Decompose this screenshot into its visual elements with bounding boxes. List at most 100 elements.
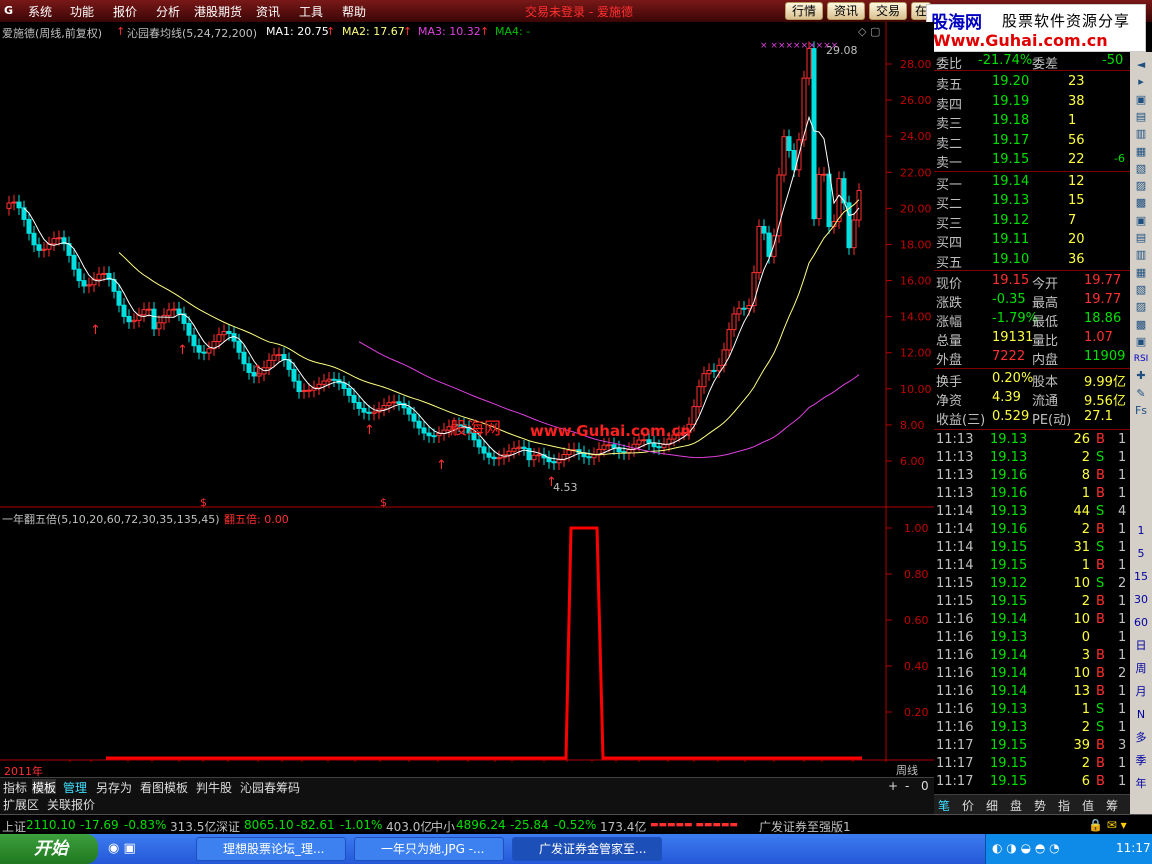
chart-area[interactable]: 28.00 26.00 24.00 22.00 20.00 18.00 16.00 14.00… <box>0 22 934 778</box>
toolbar-icon-20[interactable]: Fs <box>1132 402 1150 420</box>
sell-price: 19.15 <box>992 152 1030 167</box>
zoom-in-button[interactable]: + <box>888 779 898 793</box>
period-button-5[interactable]: 5 <box>1132 545 1150 563</box>
sell-label: 卖一 <box>936 156 963 171</box>
buy-arrow-icon: ↑ <box>90 323 101 338</box>
toolbar-icon-17[interactable]: RSI <box>1132 350 1150 368</box>
toolbar-icon-3[interactable]: ▤ <box>1132 108 1150 126</box>
chart-options-icon[interactable]: ◇ ▢ <box>858 25 880 38</box>
period-button-15[interactable]: 15 <box>1132 568 1150 586</box>
toolbar-icon-0[interactable]: ◄ <box>1132 56 1150 74</box>
period-button-多[interactable]: 多 <box>1132 729 1150 747</box>
candle-body <box>271 354 277 361</box>
signal-dollar-icon: $ <box>380 496 387 509</box>
app-logo-icon[interactable]: G <box>4 4 13 17</box>
candle-body <box>586 456 592 459</box>
toolbar-icon-11[interactable]: ▥ <box>1132 246 1150 264</box>
kline-chart-svg[interactable]: 28.00 26.00 24.00 22.00 20.00 18.00 16.00 14.00… <box>0 22 934 762</box>
zx-percent: -0.52% <box>554 818 597 832</box>
menu-analysis[interactable]: 分析 <box>156 3 180 20</box>
panel-tab-2[interactable]: 细 <box>986 797 998 814</box>
panel-tab-7[interactable]: 筹 <box>1106 797 1118 814</box>
toolbar-icon-16[interactable]: ▣ <box>1132 333 1150 351</box>
trade-button[interactable]: 交易 <box>869 2 907 20</box>
period-button-月[interactable]: 月 <box>1132 683 1150 701</box>
tick-row: 11:16 19.13 0 1 <box>934 629 1130 648</box>
start-button[interactable]: 开始 <box>0 834 98 864</box>
toolbar-icon-1[interactable]: ▸ <box>1132 73 1150 91</box>
toolbar-icon-18[interactable]: ✚ <box>1132 367 1150 385</box>
toolbar-icon-5[interactable]: ▦ <box>1132 143 1150 161</box>
toolbar-icon-12[interactable]: ▦ <box>1132 264 1150 282</box>
task-forum[interactable]: 理想股票论坛_理... <box>196 837 346 861</box>
panel-tab-1[interactable]: 价 <box>962 797 974 814</box>
menu-help[interactable]: 帮助 <box>342 3 366 20</box>
tray-icons[interactable]: ◐ ◑ ◒ ◓ ◔ <box>992 841 1060 855</box>
period-button-N[interactable]: N <box>1132 706 1150 724</box>
indicator-name[interactable]: 沁园春均线(5,24,72,200) <box>127 25 257 41</box>
toolbar-icon-9[interactable]: ▣ <box>1132 212 1150 230</box>
tick-direction: B <box>1096 756 1105 771</box>
task-gf-securities[interactable]: 广发证券金管家至... <box>512 837 662 861</box>
toolbar-icon-6[interactable]: ▧ <box>1132 160 1150 178</box>
tick-volume: 8 <box>1081 468 1090 483</box>
tick-time: 11:17 <box>936 774 974 789</box>
period-button-周[interactable]: 周 <box>1132 660 1150 678</box>
logo-subtitle: 股票软件资源分享 <box>1002 12 1131 30</box>
period-button-30[interactable]: 30 <box>1132 591 1150 609</box>
toolbar-icon-15[interactable]: ▩ <box>1132 316 1150 334</box>
tab-extension[interactable]: 扩展区 <box>3 796 39 813</box>
menu-tools[interactable]: 工具 <box>299 3 323 20</box>
news-button[interactable]: 资讯 <box>827 2 865 20</box>
tick-row: 11:13 19.16 8 B 1 <box>934 467 1130 486</box>
tick-direction: B <box>1096 486 1105 501</box>
panel-tab-4[interactable]: 势 <box>1034 797 1046 814</box>
toolbar-icon-19[interactable]: ✎ <box>1132 385 1150 403</box>
price-axis-label: 18.00 <box>900 238 932 251</box>
panel-tab-3[interactable]: 盘 <box>1010 797 1022 814</box>
stat-label: 外盘 <box>936 353 963 368</box>
panel-tab-0[interactable]: 笔 <box>938 797 950 814</box>
toolbar-icon-4[interactable]: ▥ <box>1132 125 1150 143</box>
period-label[interactable]: 周线 <box>896 762 918 778</box>
zoom-reset-button[interactable]: 0 <box>921 779 929 793</box>
panel-tab-6[interactable]: 值 <box>1082 797 1094 814</box>
panel-tab-5[interactable]: 指 <box>1058 797 1070 814</box>
quicklaunch-icons[interactable]: ◉ ▣ <box>108 841 136 856</box>
toolbar-icon-10[interactable]: ▤ <box>1132 229 1150 247</box>
tab-related-quote[interactable]: 关联报价 <box>47 796 95 813</box>
menu-function[interactable]: 功能 <box>70 3 94 20</box>
candle-body <box>741 307 747 310</box>
tick-row: 11:16 19.13 1 S 1 <box>934 701 1130 720</box>
fin-row: 换手 0.20% 股本 9.99亿 <box>934 370 1130 390</box>
tick-direction: S <box>1096 540 1105 555</box>
status-tray-icons[interactable]: 🔒 ✉ ▾ <box>1088 818 1127 832</box>
menu-quote[interactable]: 报价 <box>113 3 137 20</box>
toolbar-icon-14[interactable]: ▨ <box>1132 298 1150 316</box>
candle-body <box>346 388 352 396</box>
toolbar-icon-7[interactable]: ▨ <box>1132 177 1150 195</box>
toolbar-icon-13[interactable]: ▧ <box>1132 281 1150 299</box>
toolbar-icon-8[interactable]: ▩ <box>1132 194 1150 212</box>
watermark-url: www.Guhai.com.cn <box>530 422 692 440</box>
period-button-60[interactable]: 60 <box>1132 614 1150 632</box>
period-button-季[interactable]: 季 <box>1132 752 1150 770</box>
candle-body <box>236 340 242 353</box>
period-button-年[interactable]: 年 <box>1132 775 1150 793</box>
candle-body <box>326 378 332 382</box>
tick-price: 19.16 <box>990 468 1028 483</box>
zoom-out-button[interactable]: - <box>905 779 909 793</box>
task-image[interactable]: 一年只为她.JPG -... <box>354 837 504 861</box>
toolbar-icon-2[interactable]: ▣ <box>1132 91 1150 109</box>
sub-indicator-name[interactable]: 一年翻五倍(5,10,20,60,72,30,35,135,45) <box>2 511 220 527</box>
sell-row: 卖一 19.15 22 -6 <box>934 151 1130 171</box>
candle-body <box>281 354 287 361</box>
menu-news[interactable]: 资讯 <box>256 3 280 20</box>
quote-button[interactable]: 行情 <box>785 2 823 20</box>
system-tray: ◐ ◑ ◒ ◓ ◔ 11:17 <box>985 834 1152 864</box>
menu-hk-futures[interactable]: 港股期货 <box>194 3 242 20</box>
fin-label2: 流通 <box>1032 394 1059 409</box>
menu-system[interactable]: 系统 <box>28 3 52 20</box>
period-button-日[interactable]: 日 <box>1132 637 1150 655</box>
period-button-1[interactable]: 1 <box>1132 522 1150 540</box>
